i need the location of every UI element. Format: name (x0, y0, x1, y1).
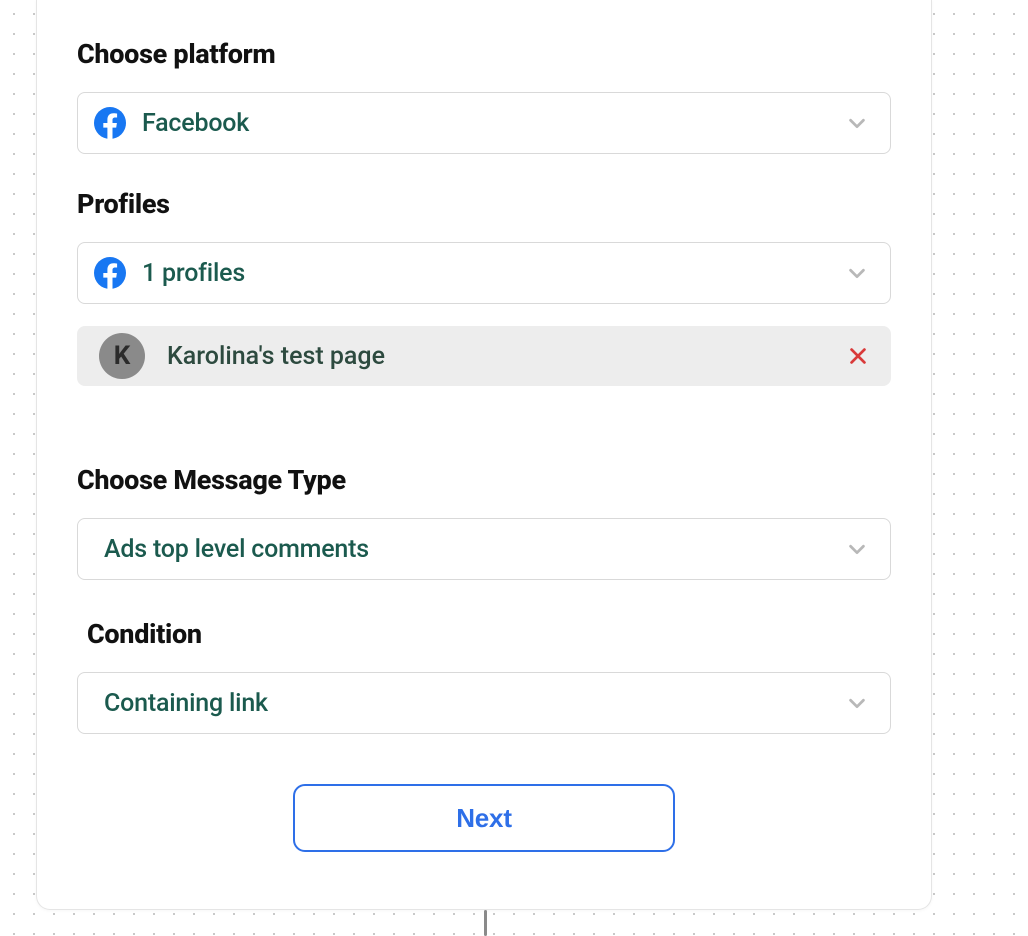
remove-profile-button[interactable] (847, 345, 869, 367)
facebook-icon (94, 257, 126, 289)
chevron-down-icon (846, 112, 868, 134)
message-type-selected-value: Ads top level comments (104, 535, 846, 564)
trigger-config-card: Choose platform Facebook Profiles 1 prof… (36, 0, 932, 910)
flow-connector-line (484, 910, 487, 936)
profiles-selected-value: 1 profiles (142, 259, 846, 288)
chevron-down-icon (846, 262, 868, 284)
condition-heading: Condition (87, 618, 891, 650)
facebook-icon (94, 107, 126, 139)
message-type-heading: Choose Message Type (77, 464, 891, 496)
profiles-heading: Profiles (77, 188, 891, 220)
profile-avatar: K (99, 333, 145, 379)
profile-chip: K Karolina's test page (77, 326, 891, 386)
platform-select[interactable]: Facebook (77, 92, 891, 154)
condition-select[interactable]: Containing link (77, 672, 891, 734)
profile-name: Karolina's test page (167, 342, 847, 371)
message-type-select[interactable]: Ads top level comments (77, 518, 891, 580)
chevron-down-icon (846, 538, 868, 560)
chevron-down-icon (846, 692, 868, 714)
profiles-select[interactable]: 1 profiles (77, 242, 891, 304)
next-button[interactable]: Next (293, 784, 675, 852)
platform-selected-value: Facebook (142, 109, 846, 138)
condition-selected-value: Containing link (104, 689, 846, 718)
platform-heading: Choose platform (77, 38, 891, 70)
